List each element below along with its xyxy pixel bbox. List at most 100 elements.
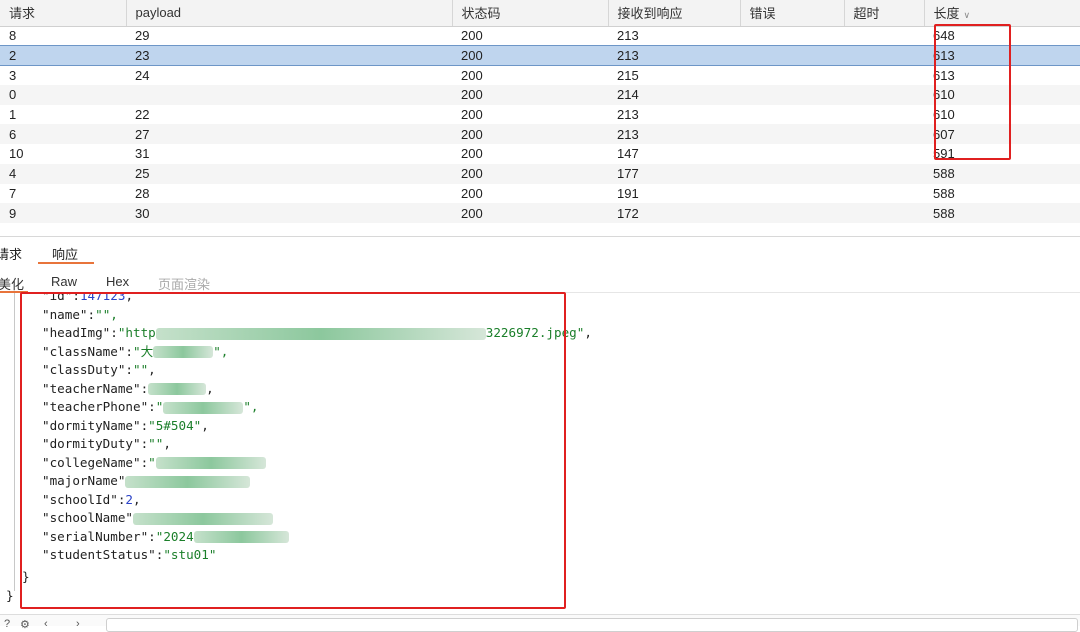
previous-icon[interactable]: ‹ [44,618,48,630]
column-header-response-received[interactable]: 接收到响应 [608,0,741,27]
json-key: "schoolId" [42,491,118,507]
cell-timeout [844,164,924,184]
json-separator: : [125,343,133,359]
table-header-row: 请求 payload 状态码 接收到响应 错误 超时 长度 ∨ [0,0,1080,27]
json-punctuation: , [125,293,134,303]
json-value: "" [133,362,149,377]
cell-status: 200 [461,126,483,142]
cell-payload: 27 [135,126,150,142]
json-value: " [148,454,156,470]
cell-payload: 25 [135,166,150,182]
json-key: "collegeName" [42,454,141,470]
next-icon[interactable]: › [76,618,80,630]
table-row[interactable]: 0 200 214 610 [0,85,1080,105]
cell-error [740,144,844,164]
table-row[interactable]: 9 30 200 172 588 [0,203,1080,223]
cell-response-received: 177 [617,166,639,182]
cell-length: 610 [933,107,955,123]
json-key: "headImg" [42,325,111,340]
search-input[interactable] [106,618,1078,632]
json-separator: : [148,528,156,544]
json-separator: : [87,306,96,322]
redacted-value-blur [193,531,289,543]
cell-request: 1 [9,107,17,123]
json-line: "className":"大 ", [42,343,228,361]
column-header-status[interactable]: 状态码 [452,0,609,27]
cell-timeout [844,124,924,144]
cell-status: 200 [452,45,608,66]
json-key: "majorName" [42,473,126,488]
tab-response[interactable]: 响应 [52,244,78,263]
table-row[interactable]: 1 22 200 213 610 [0,105,1080,125]
column-header-request[interactable]: 请求 [0,0,127,27]
table-row[interactable]: 10 31 200 147 591 [0,144,1080,164]
cell-response-received: 213 [617,126,639,142]
json-value: "stu01" [163,547,217,562]
cell-status: 200 [461,87,483,103]
response-body-viewer[interactable]: "id":147123, "name":"", "headImg":"http 322… [0,293,1080,611]
fold-guide-line [14,293,15,591]
json-value-suffix: 3226972.jpeg" [485,325,585,340]
json-key: "teacherName" [42,380,141,396]
tab-render[interactable]: 页面渲染 [158,274,210,293]
cell-payload: 22 [135,107,150,123]
cell-timeout [844,85,924,105]
json-separator: : [140,380,149,396]
cell-error [740,26,844,46]
json-line: "id":147123, [42,293,133,305]
cell-response-received: 213 [608,45,740,66]
json-root-close-brace: } [6,588,14,603]
column-header-payload[interactable]: payload [126,0,453,27]
redacted-value-blur [163,401,244,414]
json-punctuation: , [133,491,141,507]
json-line: "collegeName":" [42,454,266,472]
cell-response-received: 213 [617,28,639,44]
sort-descending-icon: ∨ [963,10,971,21]
redacted-value-blur [153,346,214,358]
json-key: "dormityDuty" [42,436,141,451]
table-row[interactable]: 4 25 200 177 588 [0,163,1080,184]
json-punctuation: , [148,362,156,377]
json-key: "studentStatus" [42,547,156,562]
bottom-toolbar: ? ⚙ ‹ › [0,614,1080,632]
table-row[interactable]: 6 27 200 213 607 [0,124,1080,145]
json-value: "5#504" [148,417,202,433]
cell-timeout [844,144,924,164]
cell-timeout [844,105,924,125]
json-punctuation: , [584,325,592,340]
json-punctuation: ", [213,343,229,359]
cell-status: 200 [461,185,483,201]
cell-status: 200 [461,67,483,83]
results-table: 请求 payload 状态码 接收到响应 错误 超时 长度 ∨ 8 29 200 213… [0,0,1080,237]
cell-status: 200 [461,107,483,123]
tab-raw[interactable]: Raw [51,274,77,289]
table-row[interactable]: 2 23 200 213 613 [0,45,1080,66]
json-line: "teacherPhone":" ", [42,398,259,416]
table-row[interactable]: 8 29 200 213 648 [0,26,1080,46]
cell-error [740,65,844,85]
table-row[interactable]: 7 28 200 191 588 [0,184,1080,204]
column-header-length[interactable]: 长度 ∨ [924,0,1080,27]
cell-payload [126,85,452,105]
column-header-error[interactable]: 错误 [740,0,845,27]
json-line: "studentStatus":"stu01" [42,546,216,564]
tab-request[interactable]: 请求 [0,244,22,263]
cell-length: 588 [933,185,955,201]
json-object-close-brace: } [22,569,30,584]
table-row[interactable]: 3 24 200 215 613 [0,65,1080,85]
cell-length: 588 [933,205,955,221]
json-value: "" [148,436,164,451]
json-separator: : [72,293,80,303]
cell-error [740,124,844,144]
json-separator: : [148,399,156,414]
cell-request: 2 [0,45,126,66]
cell-status: 200 [461,146,483,162]
message-tab-bar: 请求 响应 [0,240,1080,266]
column-header-timeout[interactable]: 超时 [844,0,925,27]
json-key: "className" [42,343,126,359]
cell-response-received: 214 [617,87,639,103]
tab-hex[interactable]: Hex [106,274,129,289]
help-icon[interactable]: ? [4,618,10,630]
json-separator: : [125,362,133,377]
json-separator: : [110,325,118,340]
